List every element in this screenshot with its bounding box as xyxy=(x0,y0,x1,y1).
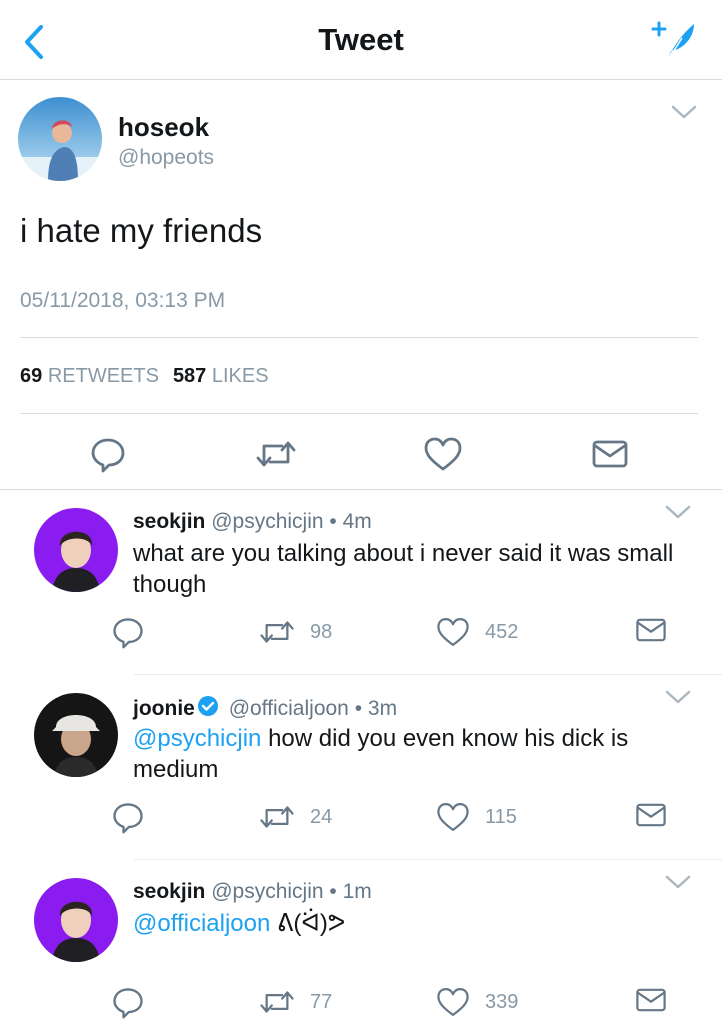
retweet-icon[interactable] xyxy=(254,434,298,474)
avatar[interactable] xyxy=(34,508,118,592)
reply-button[interactable] xyxy=(110,984,146,1020)
like-count: 115 xyxy=(485,805,517,828)
retweet-icon xyxy=(260,806,294,828)
author-handle[interactable]: @hopeots xyxy=(118,146,214,170)
reply-time: • 1m xyxy=(329,880,372,903)
avatar-photo xyxy=(34,693,118,777)
dm-button[interactable] xyxy=(634,799,668,831)
navigation-bar: Tweet xyxy=(0,0,722,80)
reply-button[interactable] xyxy=(110,614,146,650)
reply-time: • 3m xyxy=(354,697,398,720)
tweet-text: i hate my friends xyxy=(20,212,263,249)
reply-text: @psychicjin how did you even know his di… xyxy=(133,725,629,783)
retweets-stat[interactable]: 69 RETWEETS xyxy=(20,365,159,387)
author-handle[interactable]: @officialjoon xyxy=(229,697,349,720)
divider xyxy=(20,413,698,414)
author-name[interactable]: joonie xyxy=(133,697,195,720)
divider xyxy=(20,337,698,338)
avatar[interactable] xyxy=(18,97,102,181)
likes-stat[interactable]: 587 LIKES xyxy=(173,365,269,387)
avatar[interactable] xyxy=(34,693,118,777)
avatar-photo xyxy=(18,97,102,181)
author-handle[interactable]: @psychicjin xyxy=(211,510,323,533)
chevron-down-icon[interactable] xyxy=(668,102,700,122)
mention-link[interactable]: @officialjoon xyxy=(133,910,270,937)
author-name[interactable]: hoseok xyxy=(118,112,209,143)
direct-message-icon xyxy=(636,618,666,642)
compose-button[interactable] xyxy=(644,16,700,64)
like-count: 452 xyxy=(485,620,519,643)
chevron-down-icon[interactable] xyxy=(662,502,694,522)
page-title: Tweet xyxy=(318,22,404,57)
compose-feather-icon xyxy=(651,21,694,61)
reply-header: seokjin @psychicjin • 1m xyxy=(133,880,372,904)
like-heart-icon xyxy=(437,988,469,1016)
author-handle[interactable]: @psychicjin xyxy=(211,880,323,903)
author-name[interactable]: seokjin xyxy=(133,510,205,533)
retweet-button[interactable]: 24 xyxy=(258,799,332,835)
like-heart-icon xyxy=(437,803,469,831)
like-count: 339 xyxy=(485,990,519,1013)
retweet-icon xyxy=(260,991,294,1013)
reply-tweet[interactable]: joonie @officialjoon • 3m @psychicjin ho… xyxy=(0,675,722,860)
reply-icon[interactable] xyxy=(88,434,128,474)
like-button[interactable]: 339 xyxy=(435,984,518,1020)
reply-button[interactable] xyxy=(110,799,146,835)
main-tweet: hoseok @hopeots i hate my friends 05/11/… xyxy=(0,80,722,490)
retweet-count: 24 xyxy=(310,805,333,828)
chevron-down-icon[interactable] xyxy=(662,687,694,707)
reply-icon xyxy=(113,988,143,1019)
like-button[interactable]: 115 xyxy=(435,799,517,835)
reply-icon xyxy=(113,803,143,834)
direct-message-icon xyxy=(636,803,666,827)
avatar-photo xyxy=(34,878,118,962)
like-button[interactable]: 452 xyxy=(435,614,518,650)
retweet-button[interactable]: 77 xyxy=(258,984,332,1020)
tweet-actions xyxy=(0,430,722,480)
avatar-photo xyxy=(34,508,118,592)
tweet-timestamp: 05/11/2018, 03:13 PM xyxy=(20,289,226,312)
tweet-stats: 69 RETWEETS 587 LIKES xyxy=(20,365,269,388)
retweet-icon xyxy=(260,621,294,643)
like-heart-icon xyxy=(437,618,469,646)
chevron-down-icon[interactable] xyxy=(662,872,694,892)
reply-time: • 4m xyxy=(329,510,372,533)
reply-text: @officialjoon ᕕ(ᐛ)ᕗ xyxy=(133,910,346,937)
retweet-count: 77 xyxy=(310,990,333,1013)
reply-text: what are you talking about i never said … xyxy=(133,540,674,598)
dm-button[interactable] xyxy=(634,984,668,1016)
reply-header: seokjin @psychicjin • 4m xyxy=(133,510,372,534)
direct-message-icon xyxy=(636,988,666,1012)
reply-icon xyxy=(113,618,143,649)
dm-button[interactable] xyxy=(634,614,668,646)
reply-header: joonie @officialjoon • 3m xyxy=(133,695,397,721)
retweet-count: 98 xyxy=(310,620,333,643)
reply-tweet[interactable]: seokjin @psychicjin • 4m what are you ta… xyxy=(0,490,722,675)
verified-badge-icon xyxy=(197,696,218,716)
mention-link[interactable]: @psychicjin xyxy=(133,725,261,752)
reply-tweet[interactable]: seokjin @psychicjin • 1m @officialjoon ᕕ… xyxy=(0,860,722,1024)
direct-message-icon[interactable] xyxy=(590,436,630,472)
retweet-button[interactable]: 98 xyxy=(258,614,332,650)
like-heart-icon[interactable] xyxy=(422,434,464,474)
author-name[interactable]: seokjin xyxy=(133,880,205,903)
avatar[interactable] xyxy=(34,878,118,962)
